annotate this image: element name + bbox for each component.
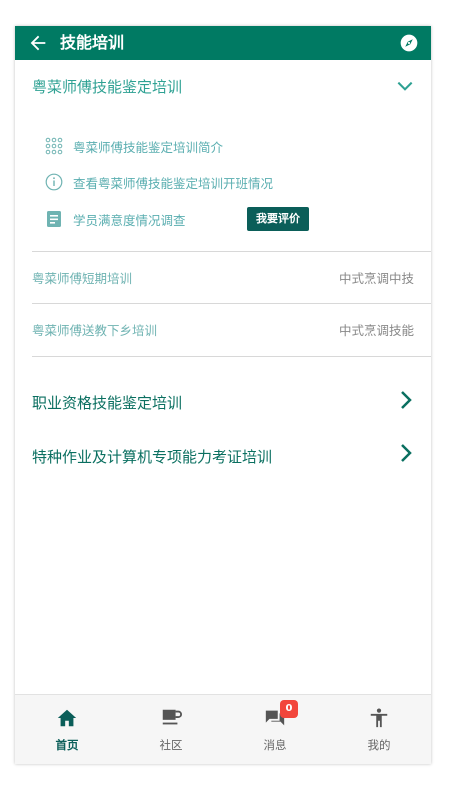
back-arrow-icon[interactable]: [27, 32, 49, 54]
divider: [32, 356, 431, 357]
coffee-cup-icon: [162, 709, 182, 725]
nav-label: 首页: [55, 738, 79, 752]
info-icon: [45, 173, 63, 191]
nav-label: 消息: [263, 738, 287, 752]
sub-item-intro[interactable]: 粤菜师傅技能鉴定培训简介: [45, 136, 223, 156]
top-bar: 技能培训: [15, 26, 431, 60]
sub-item-survey[interactable]: 学员满意度情况调查: [45, 209, 186, 229]
bottom-nav: 首页 社区 0 消息 我的: [15, 694, 431, 764]
chevron-right-icon[interactable]: [399, 390, 413, 410]
person-icon: [370, 708, 388, 728]
document-icon: [47, 211, 61, 227]
nav-label: 我的: [367, 738, 391, 752]
chevron-down-icon[interactable]: [395, 76, 415, 96]
row-right-rural-training: 中式烹调技能: [338, 323, 414, 338]
sub-item-label: 粤菜师傅技能鉴定培训简介: [73, 139, 224, 155]
menu-item-special-ops[interactable]: 特种作业及计算机专项能力考证培训: [32, 446, 272, 468]
section-header-cantonese[interactable]: 粤菜师傅技能鉴定培训: [32, 76, 182, 98]
row-right-short-training: 中式烹调中技: [338, 271, 414, 286]
row-left-short-training[interactable]: 粤菜师傅短期培训: [32, 270, 132, 288]
nav-community[interactable]: 社区: [119, 695, 223, 764]
nav-profile[interactable]: 我的: [327, 695, 431, 764]
sub-item-label: 查看粤菜师傅技能鉴定培训开班情况: [73, 175, 274, 191]
home-icon: [57, 709, 77, 727]
app-frame: 技能培训 粤菜师傅技能鉴定培训 粤菜师傅技能鉴定培训简介 查看粤菜师傅技能鉴定培…: [15, 26, 431, 764]
compass-icon[interactable]: [399, 33, 419, 53]
menu-item-qualification[interactable]: 职业资格技能鉴定培训: [32, 392, 182, 414]
evaluate-button[interactable]: 我要评价: [247, 207, 309, 231]
nav-label: 社区: [159, 738, 183, 752]
sub-item-label: 学员满意度情况调查: [73, 212, 186, 228]
divider: [32, 303, 431, 304]
grid-dots-icon: [45, 137, 63, 155]
nav-home[interactable]: 首页: [15, 695, 119, 764]
nav-messages[interactable]: 0 消息: [223, 695, 327, 764]
page-title: 技能培训: [60, 33, 125, 52]
divider: [32, 251, 431, 252]
message-count-badge: 0: [280, 700, 298, 718]
sub-item-class-status[interactable]: 查看粤菜师傅技能鉴定培训开班情况: [45, 172, 273, 192]
chevron-right-icon[interactable]: [399, 443, 413, 463]
row-left-rural-training[interactable]: 粤菜师傅送教下乡培训: [32, 322, 157, 340]
